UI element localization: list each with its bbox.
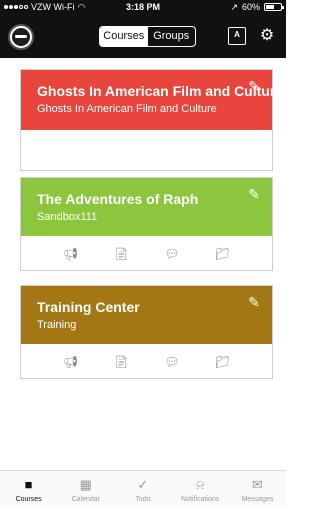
nav-bar: Courses Groups A ⚙ xyxy=(0,14,286,58)
course-card-header[interactable]: The Adventures of Raph Sandbox111 ✎ xyxy=(21,178,272,236)
gear-icon[interactable]: ⚙ xyxy=(258,27,276,45)
course-card[interactable]: Ghosts In American Film and Culture Ghos… xyxy=(20,69,284,171)
tab-todo[interactable]: ✓ Todo xyxy=(114,471,171,508)
course-card[interactable]: The Adventures of Raph Sandbox111 ✎ 📢︎ 📄… xyxy=(20,177,273,271)
assignments-icon[interactable]: 📄︎ xyxy=(112,245,130,263)
assignments-icon[interactable]: 📄︎ xyxy=(112,353,130,371)
calendar-icon: ▦ xyxy=(79,476,92,492)
course-code: Ghosts In American Film and Culture xyxy=(37,103,217,115)
status-right: ↗ 60% xyxy=(230,0,284,14)
course-card[interactable]: Training Center Training ✎ 📢︎ 📄︎ 💬︎ 📁︎ xyxy=(20,285,273,379)
avatar[interactable] xyxy=(8,24,34,50)
files-icon[interactable]: 📁︎ xyxy=(214,353,232,371)
course-card-actions: 📢︎ 📄︎ 💬︎ 📁︎ xyxy=(21,236,272,272)
battery-percent: 60% xyxy=(241,2,260,12)
tab-label: Todo xyxy=(135,495,151,503)
segment-courses[interactable]: Courses xyxy=(100,27,148,46)
course-title: The Adventures of Raph xyxy=(37,191,199,207)
bell-icon: ⍾ xyxy=(195,476,205,492)
files-icon[interactable]: 📁︎ xyxy=(214,245,232,263)
edit-pencil-icon[interactable]: ✎ xyxy=(246,186,262,202)
courses-icon: ■ xyxy=(24,477,33,492)
battery-icon xyxy=(264,3,284,11)
discussions-icon[interactable]: 💬︎ xyxy=(163,245,181,263)
status-bar: VZW Wi-Fi ◠ 3:18 PM ↗ 60% xyxy=(0,0,286,14)
course-card-actions: 📢︎ 📄︎ 💬︎ 📁︎ xyxy=(21,344,272,380)
discussions-icon[interactable]: 💬︎ xyxy=(163,353,181,371)
course-code: Training xyxy=(37,319,77,331)
avatar-sunglasses-icon xyxy=(12,28,30,46)
course-card-header[interactable]: Training Center Training ✎ xyxy=(21,286,272,344)
course-card-header[interactable]: Ghosts In American Film and Culture Ghos… xyxy=(21,70,284,130)
course-title: Training Center xyxy=(37,299,140,315)
tab-label: Notifications xyxy=(181,495,220,503)
lcd-icon[interactable]: A xyxy=(228,27,246,45)
announcements-icon[interactable]: 📢︎ xyxy=(61,245,79,263)
segment-groups[interactable]: Groups xyxy=(148,27,196,46)
tab-messages[interactable]: ✉ Messages xyxy=(229,471,286,508)
todo-check-icon: ✓ xyxy=(137,476,149,492)
tab-label: Messages xyxy=(241,495,274,503)
edit-pencil-icon[interactable]: ✎ xyxy=(246,78,262,94)
tab-label: Courses xyxy=(15,495,42,503)
announcements-icon[interactable]: 📢︎ xyxy=(61,353,79,371)
tab-label: Calendar xyxy=(71,495,101,503)
top-bar: VZW Wi-Fi ◠ 3:18 PM ↗ 60% Courses Groups… xyxy=(0,0,286,58)
edit-pencil-icon[interactable]: ✎ xyxy=(246,294,262,310)
course-code: Sandbox111 xyxy=(37,211,98,223)
tab-calendar[interactable]: ▦ Calendar xyxy=(57,471,114,508)
course-title: Ghosts In American Film and Culture xyxy=(37,83,284,99)
tab-bar: ■ Courses ▦ Calendar ✓ Todo ⍾ Notificati… xyxy=(0,470,286,508)
envelope-icon: ✉ xyxy=(251,476,263,492)
location-arrow-icon: ↗ xyxy=(230,2,238,12)
tab-courses[interactable]: ■ Courses xyxy=(0,471,57,508)
tab-notifications[interactable]: ⍾ Notifications xyxy=(172,471,229,508)
courses-groups-segment: Courses Groups xyxy=(99,26,196,47)
